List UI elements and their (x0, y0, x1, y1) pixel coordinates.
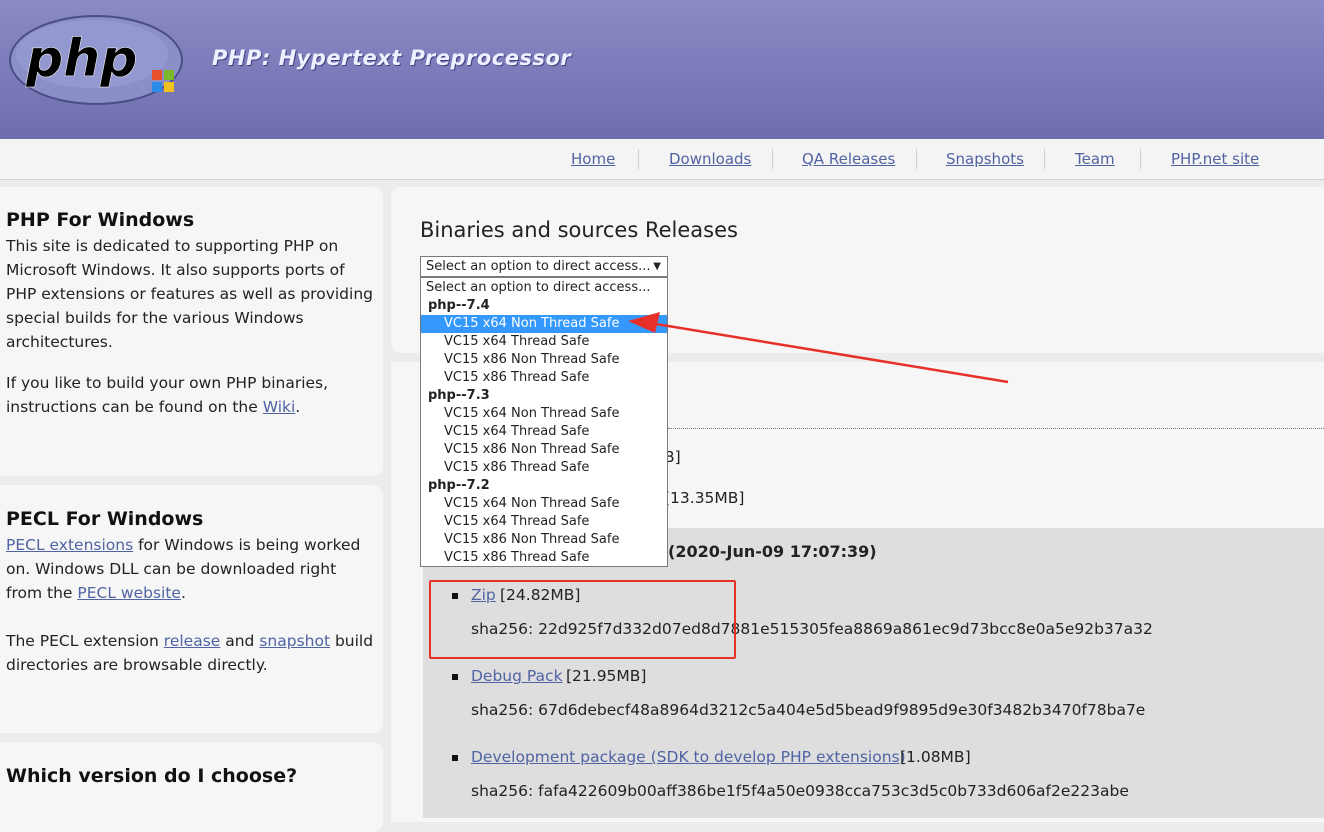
direct-access-select[interactable]: Select an option to direct access... ▼ (420, 256, 668, 277)
php-logo[interactable]: php (8, 14, 184, 106)
pecl-title: PECL For Windows (6, 508, 204, 530)
svg-text:php: php (25, 29, 137, 89)
annotation-highlight-box (429, 580, 736, 659)
list-bullet (452, 755, 458, 761)
snapshot-link[interactable]: snapshot (259, 632, 330, 650)
releases-title: Binaries and sources Releases (420, 218, 738, 242)
dropdown-option[interactable]: VC15 x64 Thread Safe (421, 333, 667, 351)
dropdown-group-php74: php--7.4 (428, 298, 490, 313)
debug-pack-link[interactable]: Debug Pack (471, 667, 563, 685)
nav-downloads[interactable]: Downloads (669, 150, 751, 168)
direct-access-dropdown: Select an option to direct access... php… (420, 277, 668, 567)
dropdown-option[interactable]: VC15 x86 Thread Safe (421, 459, 667, 477)
nav-team[interactable]: Team (1075, 150, 1115, 168)
dropdown-option[interactable]: VC15 x86 Non Thread Safe (421, 351, 667, 369)
dropdown-option[interactable]: VC15 x64 Thread Safe (421, 423, 667, 441)
dropdown-option[interactable]: VC15 x86 Thread Safe (421, 549, 667, 567)
php-windows-build-note: If you like to build your own PHP binari… (6, 374, 329, 416)
dropdown-group-php73: php--7.3 (428, 388, 490, 403)
nav-snapshots[interactable]: Snapshots (946, 150, 1024, 168)
nav-separator (772, 149, 773, 169)
php-windows-description: This site is dedicated to supporting PHP… (6, 237, 373, 351)
list-bullet (452, 674, 458, 680)
nav-home[interactable]: Home (571, 150, 615, 168)
chevron-down-icon: ▼ (653, 261, 661, 272)
php-windows-title: PHP For Windows (6, 209, 195, 231)
which-version-title: Which version do I choose? (6, 765, 298, 787)
release-link[interactable]: release (164, 632, 221, 650)
pecl-website-link[interactable]: PECL website (77, 584, 181, 602)
dropdown-option[interactable]: VC15 x64 Non Thread Safe (421, 495, 667, 513)
build-date: (2020-Jun-09 17:07:39) (668, 542, 877, 561)
sidebar-panel-which-version (0, 742, 383, 832)
dev-package-link[interactable]: Development package (SDK to develop PHP … (471, 748, 906, 766)
pecl-extensions-link[interactable]: PECL extensions (6, 536, 133, 554)
top-nav: Home Downloads QA Releases Snapshots Tea… (0, 139, 1324, 180)
nav-separator (1044, 149, 1045, 169)
nav-separator (638, 149, 639, 169)
debug-pack-sha256: sha256: 67d6debecf48a8964d3212c5a404e5d5… (471, 701, 1146, 719)
nav-qa-releases[interactable]: QA Releases (802, 150, 895, 168)
pecl-directories-note: The PECL extension release and snapshot … (6, 632, 374, 674)
site-header: php PHP: Hypertext Preprocessor (0, 0, 1324, 139)
partial-size-text: [13.35MB] (664, 489, 745, 507)
dropdown-group-php72: php--7.2 (428, 478, 490, 493)
dropdown-option[interactable]: VC15 x86 Non Thread Safe (421, 531, 667, 549)
dropdown-option[interactable]: VC15 x64 Thread Safe (421, 513, 667, 531)
dropdown-option[interactable]: VC15 x64 Non Thread Safe (421, 405, 667, 423)
section-divider (668, 428, 1324, 429)
nav-separator (916, 149, 917, 169)
site-title: PHP: Hypertext Preprocessor (212, 46, 572, 70)
debug-pack-size: [21.95MB] (566, 667, 647, 685)
nav-separator (1140, 149, 1141, 169)
dev-package-size: [1.08MB] (900, 748, 971, 766)
dev-package-sha256: sha256: fafa422609b00aff386be1f5f4a50e09… (471, 782, 1129, 800)
dropdown-option[interactable]: VC15 x86 Non Thread Safe (421, 441, 667, 459)
dropdown-option[interactable]: VC15 x86 Thread Safe (421, 369, 667, 387)
pecl-description: PECL extensions for Windows is being wor… (6, 536, 361, 602)
dropdown-option-selected[interactable]: VC15 x64 Non Thread Safe (421, 315, 667, 333)
dropdown-placeholder-option[interactable]: Select an option to direct access... (421, 279, 651, 297)
nav-phpnet-site[interactable]: PHP.net site (1171, 150, 1259, 168)
wiki-link[interactable]: Wiki (263, 398, 296, 416)
